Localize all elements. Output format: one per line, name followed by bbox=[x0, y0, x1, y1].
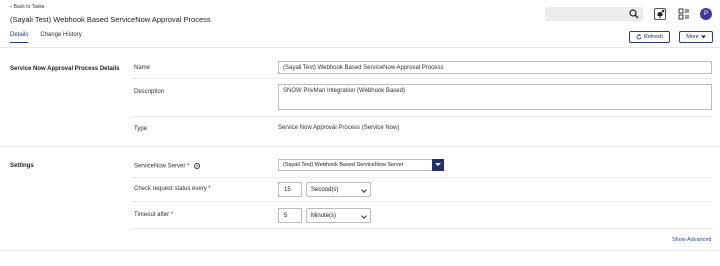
show-advanced-link[interactable]: Show Advanced bbox=[672, 237, 711, 243]
servicenow-server-value: (Sayali Test) Webhook Based ServiceNow S… bbox=[283, 162, 404, 168]
servicenow-server-label-row: ServiceNow Server * ? bbox=[134, 163, 201, 170]
type-label: Type bbox=[134, 126, 148, 132]
section-divider bbox=[0, 146, 720, 147]
app-menu-icon[interactable] bbox=[678, 8, 690, 20]
check-status-input[interactable]: 15 bbox=[278, 182, 302, 197]
timeout-label: Timeout after * bbox=[134, 212, 174, 218]
timeout-input[interactable]: 5 bbox=[278, 208, 302, 223]
more-label: More bbox=[686, 34, 699, 40]
caret-down-icon bbox=[700, 35, 706, 39]
page-title: (Sayali Test) Webhook Based ServiceNow A… bbox=[10, 15, 211, 24]
help-icon[interactable]: ? bbox=[194, 163, 201, 169]
refresh-button[interactable]: Refresh bbox=[629, 31, 670, 43]
refresh-label: Refresh bbox=[643, 34, 664, 40]
servicenow-server-select[interactable]: (Sayali Test) Webhook Based ServiceNow S… bbox=[278, 159, 444, 171]
check-status-unit-select[interactable]: Second(s) bbox=[306, 182, 371, 197]
row-divider bbox=[130, 201, 712, 202]
dropdown-caret-icon[interactable] bbox=[432, 159, 444, 171]
row-divider bbox=[130, 78, 712, 79]
tab-details[interactable]: Details bbox=[10, 32, 29, 43]
row-divider bbox=[130, 177, 712, 178]
header-divider bbox=[0, 47, 720, 48]
row-divider bbox=[130, 228, 712, 229]
name-label: Name bbox=[134, 65, 151, 71]
details-section-title: Service Now Approval Process Details bbox=[10, 66, 120, 72]
user-avatar[interactable]: P bbox=[700, 8, 712, 20]
timeout-unit-value: Minute(s) bbox=[311, 213, 337, 219]
tab-bar: Details Change History bbox=[10, 32, 82, 43]
chevron-down-icon bbox=[361, 187, 367, 193]
search-input[interactable] bbox=[545, 7, 643, 21]
row-divider bbox=[130, 116, 712, 117]
description-label: Description bbox=[134, 89, 165, 95]
notification-bell-icon[interactable] bbox=[654, 8, 666, 20]
search-icon bbox=[629, 9, 639, 19]
timeout-unit-select[interactable]: Minute(s) bbox=[306, 208, 371, 223]
chevron-down-icon bbox=[361, 213, 367, 219]
tab-change-history[interactable]: Change History bbox=[40, 32, 81, 43]
check-status-label: Check request status every * bbox=[134, 186, 211, 192]
refresh-icon bbox=[636, 34, 642, 40]
settings-section-title: Settings bbox=[10, 163, 34, 169]
chevron-left-icon: ‹ bbox=[10, 4, 12, 10]
more-button[interactable]: More bbox=[679, 31, 713, 43]
check-status-unit-value: Second(s) bbox=[311, 187, 339, 193]
type-value: Service Now Approval Process (Service No… bbox=[278, 125, 400, 131]
description-field[interactable]: SNOW PrivMan Integration (Webhook Based) bbox=[278, 84, 712, 110]
name-field[interactable]: (Sayali Test) Webhook Based ServiceNow A… bbox=[278, 61, 712, 74]
servicenow-server-label: ServiceNow Server * bbox=[134, 163, 190, 170]
footer-divider bbox=[0, 250, 720, 251]
back-link-label: Back to Tasks bbox=[13, 4, 45, 10]
back-to-tasks-link[interactable]: ‹ Back to Tasks bbox=[10, 4, 44, 10]
